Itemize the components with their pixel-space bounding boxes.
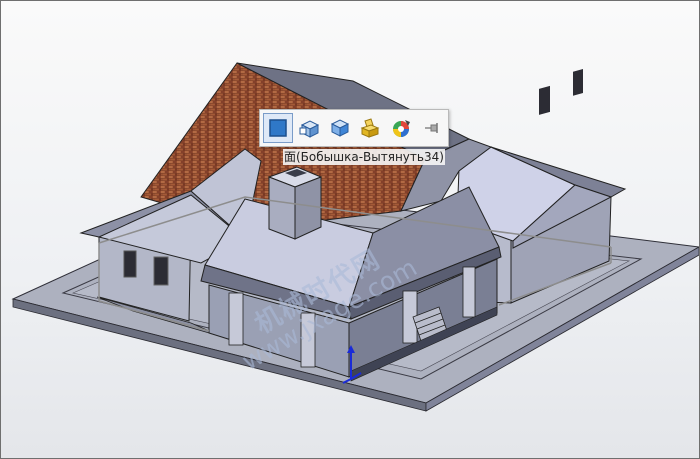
selection-tooltip: 面(Бобышка-Вытянуть34) bbox=[283, 149, 445, 165]
sketch-on-face-icon bbox=[299, 120, 319, 138]
sketch-on-face-button[interactable] bbox=[294, 113, 324, 143]
normal-to-face-icon bbox=[269, 119, 287, 137]
edit-feature-icon bbox=[330, 119, 349, 137]
pin-toolbar-button[interactable] bbox=[417, 113, 447, 143]
appearance-icon bbox=[393, 120, 411, 137]
house-model[interactable] bbox=[1, 1, 699, 458]
context-toolbar bbox=[259, 109, 449, 147]
part-body-button[interactable] bbox=[355, 113, 385, 143]
pin-icon bbox=[425, 123, 438, 133]
graphics-viewport[interactable]: 机械时代网 www.jxage.com 面(Бобышка-Вытянуть34… bbox=[0, 0, 700, 459]
chimney bbox=[267, 166, 323, 240]
edit-feature-button[interactable] bbox=[325, 113, 355, 143]
normal-to-button[interactable] bbox=[263, 113, 293, 143]
part-body-icon bbox=[360, 118, 380, 138]
appearance-button[interactable] bbox=[386, 113, 416, 143]
